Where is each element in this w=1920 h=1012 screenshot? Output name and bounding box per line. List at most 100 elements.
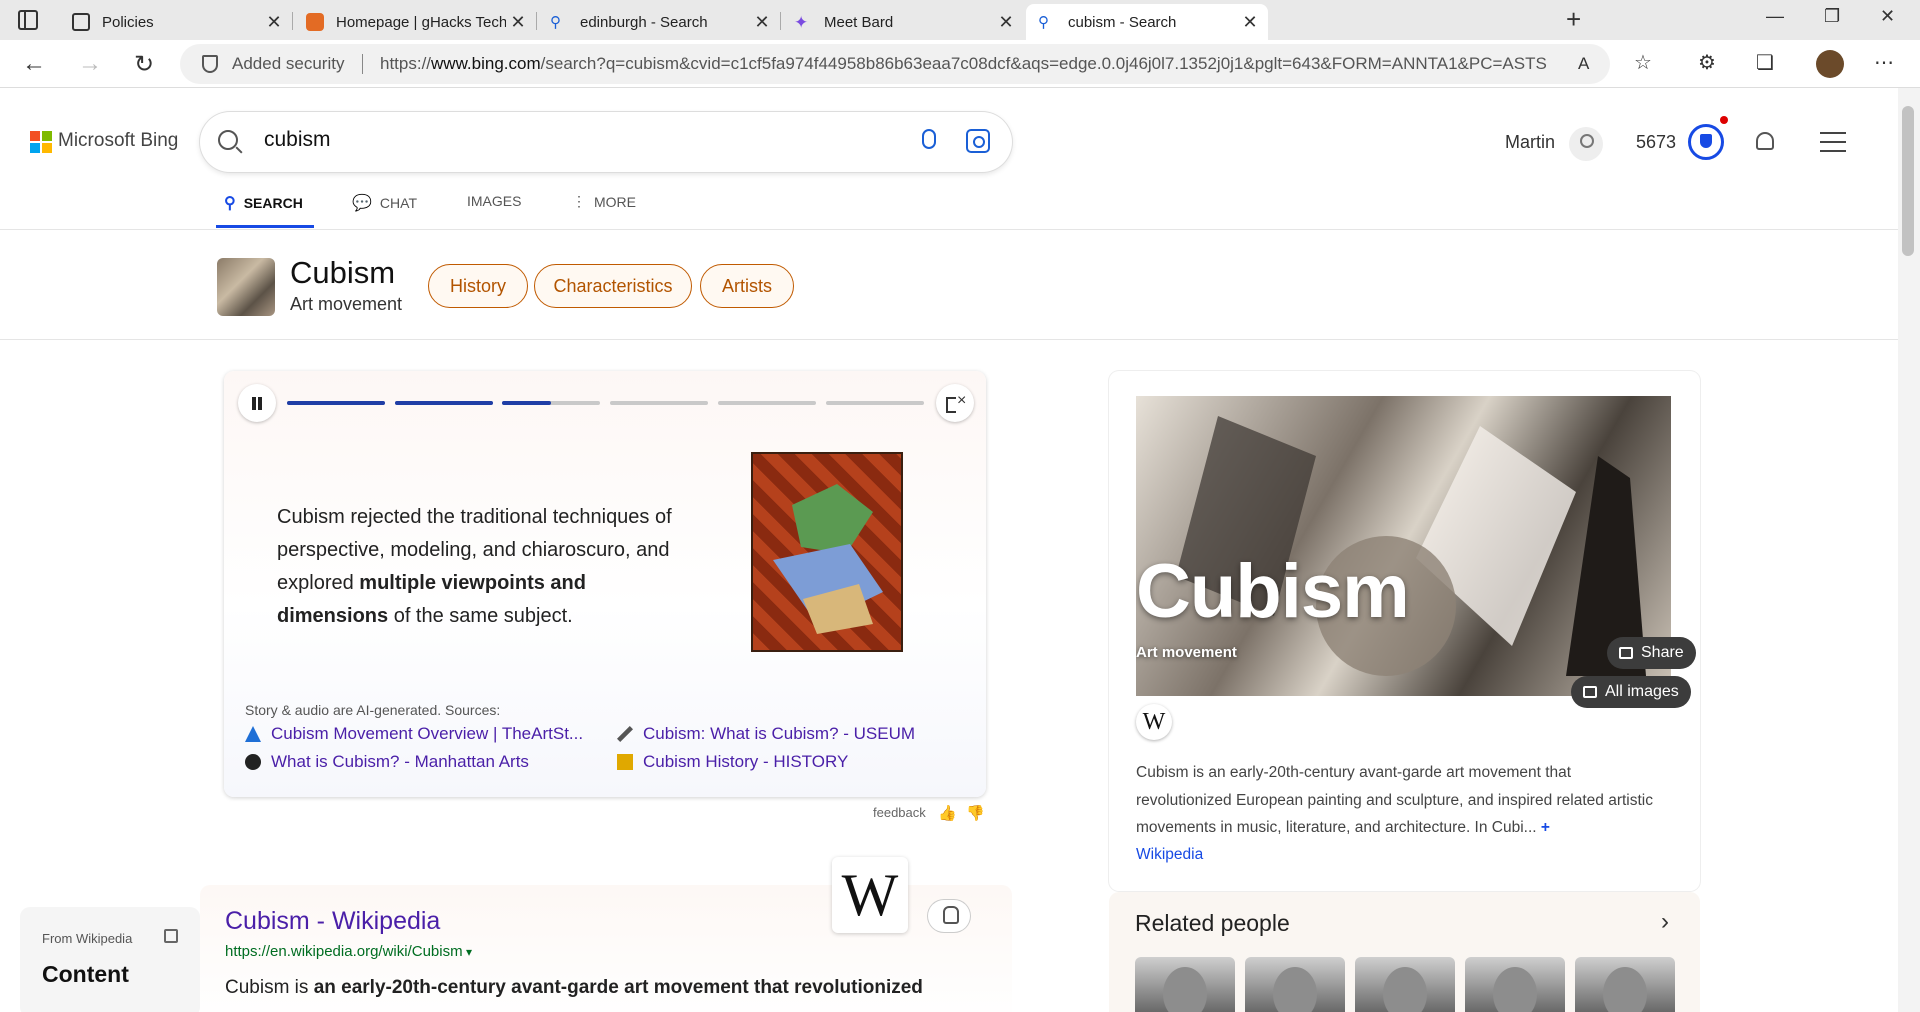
- wikipedia-logo[interactable]: W: [832, 857, 908, 933]
- favorites-add-icon[interactable]: ☆: [1634, 50, 1652, 75]
- thumbs-down-icon[interactable]: 👎: [966, 804, 985, 822]
- related-person-image[interactable]: [1135, 957, 1235, 1012]
- url-field[interactable]: Added security https://www.bing.com/sear…: [180, 44, 1610, 84]
- result-url[interactable]: https://en.wikipedia.org/wiki/Cubism: [225, 943, 472, 960]
- security-label: Added security: [232, 54, 344, 74]
- pill-history[interactable]: History: [428, 264, 528, 308]
- tab-actions-icon[interactable]: [18, 10, 38, 30]
- ghacks-favicon-icon: [306, 13, 324, 31]
- share-button[interactable]: Share: [1607, 637, 1696, 669]
- page-scrollbar[interactable]: [1898, 88, 1920, 1012]
- tab-cubism[interactable]: ⚲ cubism - Search ✕: [1026, 4, 1268, 40]
- search-icon[interactable]: [218, 130, 238, 150]
- tab-edinburgh[interactable]: ⚲ edinburgh - Search ✕: [538, 4, 780, 40]
- external-link-icon[interactable]: [164, 929, 178, 943]
- user-name[interactable]: Martin: [1505, 132, 1555, 153]
- knowledge-hero-image[interactable]: Cubism Art movement: [1136, 396, 1671, 696]
- hamburger-menu-icon[interactable]: [1820, 132, 1846, 152]
- tab-separator: [292, 12, 293, 30]
- pill-artists[interactable]: Artists: [700, 264, 794, 308]
- user-avatar-icon[interactable]: [1569, 127, 1603, 161]
- source-link[interactable]: Cubism: What is Cubism? - USEUM: [617, 724, 915, 744]
- tab-search[interactable]: ⚲ SEARCH: [224, 193, 303, 213]
- scrollbar-thumb[interactable]: [1902, 106, 1914, 256]
- source-link[interactable]: Cubism Movement Overview | TheArtSt...: [245, 724, 583, 744]
- related-person-image[interactable]: [1575, 957, 1675, 1012]
- search-input[interactable]: [264, 128, 764, 152]
- close-icon[interactable]: ✕: [994, 12, 1018, 33]
- tab-chat[interactable]: 💬 CHAT: [352, 193, 417, 213]
- story-progress-segment: [287, 401, 385, 405]
- tab-ghacks[interactable]: Homepage | gHacks Technology ✕: [294, 4, 536, 40]
- expand-more-button[interactable]: +: [1541, 819, 1550, 836]
- story-artwork-image[interactable]: [751, 452, 903, 652]
- restore-icon[interactable]: ❐: [1824, 6, 1840, 27]
- microsoft-logo-icon[interactable]: [30, 131, 52, 153]
- chevron-right-icon[interactable]: ›: [1661, 908, 1669, 936]
- related-person-image[interactable]: [1245, 957, 1345, 1012]
- visual-search-icon[interactable]: [966, 129, 990, 153]
- bell-icon[interactable]: [1756, 132, 1774, 150]
- story-progress-segment: [502, 401, 600, 405]
- search-favicon-icon: ⚲: [550, 13, 568, 31]
- share-icon: [1619, 647, 1633, 659]
- sources-label: Story & audio are AI-generated. Sources:: [245, 702, 500, 718]
- collections-icon[interactable]: ❏: [1756, 50, 1774, 75]
- extensions-icon[interactable]: ⚙: [1698, 50, 1716, 75]
- more-options-icon[interactable]: ⋯: [1874, 50, 1894, 75]
- ai-story-card: Cubism rejected the traditional techniqu…: [224, 371, 986, 797]
- bing-brand[interactable]: Microsoft Bing: [58, 130, 178, 152]
- content-heading: Content: [42, 961, 129, 988]
- back-icon[interactable]: ←: [22, 50, 46, 78]
- pill-characteristics[interactable]: Characteristics: [534, 264, 692, 308]
- refresh-icon[interactable]: ↻: [134, 50, 154, 79]
- close-icon[interactable]: ✕: [262, 12, 286, 33]
- tab-bard[interactable]: ✦ Meet Bard ✕: [782, 4, 1024, 40]
- manhattan-arts-icon: [245, 754, 261, 770]
- theartstory-icon: [245, 726, 261, 742]
- result-title-link[interactable]: Cubism - Wikipedia: [225, 907, 440, 936]
- address-bar-row: ← → ↻ Added security https://www.bing.co…: [0, 40, 1920, 88]
- rewards-trophy-icon[interactable]: [1688, 124, 1724, 160]
- tab-title: Meet Bard: [824, 14, 994, 31]
- source-link[interactable]: Cubism History - HISTORY: [617, 752, 848, 772]
- tab-chat-label: CHAT: [380, 195, 417, 211]
- search-favicon-icon: ⚲: [1038, 13, 1056, 31]
- rewards-points[interactable]: 5673: [1636, 132, 1676, 153]
- header-divider: [0, 229, 1900, 230]
- knowledge-description: Cubism is an early-20th-century avant-ga…: [1136, 759, 1656, 842]
- knowledge-source-link[interactable]: Wikipedia: [1136, 846, 1203, 864]
- source-link[interactable]: What is Cubism? - Manhattan Arts: [245, 752, 529, 772]
- brush-icon: [617, 726, 633, 742]
- browser-tab-bar: Policies ✕ Homepage | gHacks Technology …: [0, 0, 1920, 40]
- thumbs-up-icon[interactable]: 👍: [938, 804, 957, 822]
- feedback-label[interactable]: feedback: [873, 805, 926, 820]
- lightbulb-icon[interactable]: [928, 900, 970, 932]
- read-aloud-icon[interactable]: A: [1578, 54, 1589, 74]
- related-person-image[interactable]: [1355, 957, 1455, 1012]
- close-icon[interactable]: ✕: [506, 12, 530, 33]
- story-progress-segment: [718, 401, 816, 405]
- close-icon[interactable]: ✕: [1238, 12, 1262, 33]
- close-icon[interactable]: ✕: [750, 12, 774, 33]
- entity-title[interactable]: Cubism: [290, 255, 395, 291]
- active-tab-indicator: [216, 225, 314, 228]
- wikipedia-badge-icon[interactable]: W: [1136, 704, 1172, 740]
- tab-policies[interactable]: Policies ✕: [60, 4, 292, 40]
- mute-button[interactable]: [936, 384, 974, 422]
- browser-profile-avatar[interactable]: [1816, 50, 1844, 78]
- tab-images[interactable]: IMAGES: [467, 193, 521, 209]
- window-close-icon[interactable]: ✕: [1880, 6, 1895, 27]
- related-person-image[interactable]: [1465, 957, 1565, 1012]
- url-text: https://www.bing.com/search?q=cubism&cvi…: [380, 54, 1580, 74]
- minimize-icon[interactable]: —: [1766, 6, 1784, 27]
- pause-button[interactable]: [238, 384, 276, 422]
- forward-icon[interactable]: →: [78, 50, 102, 78]
- tab-more[interactable]: ⋮ MORE: [572, 193, 636, 210]
- all-images-button[interactable]: All images: [1571, 676, 1691, 708]
- new-tab-button[interactable]: +: [1566, 4, 1581, 35]
- entity-thumbnail[interactable]: [217, 258, 275, 316]
- share-label: Share: [1641, 644, 1684, 662]
- microphone-icon[interactable]: [922, 129, 936, 149]
- tab-images-label: IMAGES: [467, 193, 521, 209]
